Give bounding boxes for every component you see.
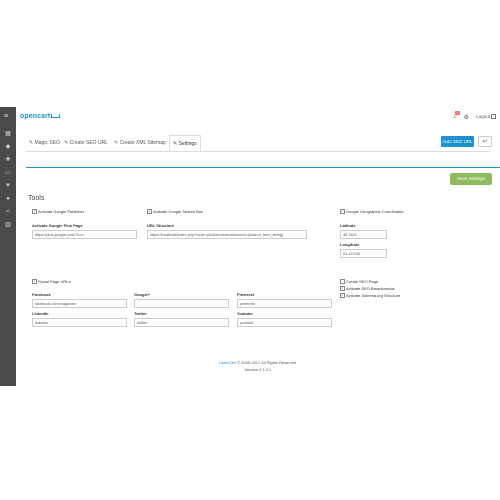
checkbox-label: Social Page URLs [38, 279, 71, 284]
menu-toggle-icon[interactable]: ≡ [4, 113, 12, 120]
youtube-input[interactable]: youtube [237, 318, 332, 327]
checkbox-icon [340, 279, 345, 285]
tab-label: Create XML Sitemap [119, 140, 166, 146]
section-divider [26, 167, 500, 168]
copyright-text: © 2009-2017 All Rights Reserved. [235, 360, 298, 365]
url-structure-input[interactable]: https://localhost/index.php?route=produc… [147, 230, 307, 239]
footer-copyright: OpenCart © 2009-2017 All Rights Reserved… [16, 360, 500, 365]
plus-page-label: Activate Google Plus Page [32, 223, 83, 228]
logout-link[interactable]: Logout [476, 114, 496, 120]
save-settings-button[interactable]: Save Settings [450, 173, 492, 185]
sidebar: ▦ ◆ ✚ ▭ ▼ ● < ▥ [0, 107, 16, 386]
checkbox-label: Create SEO Page [346, 279, 379, 284]
settings-icon[interactable]: ⚙ [464, 114, 469, 121]
checkbox-icon: ✓ [32, 209, 37, 215]
linkedin-label: LinkedIn [32, 311, 49, 316]
googleplus-input[interactable] [134, 299, 229, 308]
checkbox-label: Activate Google Publisher [38, 209, 85, 214]
youtube-label: Youtube [237, 311, 253, 316]
opencart-logo[interactable]: opencart [20, 113, 61, 120]
desktop-icon[interactable]: ▭ [4, 170, 12, 176]
back-button[interactable]: ↩ [478, 136, 492, 147]
auto-seo-url-button[interactable]: Auto SEO URL [441, 136, 474, 147]
checkbox-icon: ✓ [32, 279, 37, 285]
checkbox-label: Google Geographic Coordinates [346, 209, 404, 214]
logo-text: opencart [20, 113, 51, 120]
tab-create-xml-sitemap[interactable]: ✎ Create XML Sitemap [111, 135, 169, 151]
tab-settings[interactable]: ✎ Settings [169, 135, 201, 152]
latitude-input[interactable]: 46.7821 [340, 230, 387, 239]
checkbox-icon: ✓ [340, 209, 345, 215]
pinterest-input[interactable]: pinterest [237, 299, 332, 308]
logout-label: Logout [476, 114, 490, 119]
create-seo-page-checkbox[interactable]: Create SEO Page [340, 279, 378, 285]
linkedin-input[interactable]: linkedin [32, 318, 127, 327]
tab-create-seo-url[interactable]: ✎ Create SEO URL [61, 135, 111, 151]
googleplus-label: Google+ [134, 292, 151, 297]
checkbox-icon: ✓ [340, 293, 345, 299]
checkbox-label: Activate Schema.org Structure [346, 293, 401, 298]
latitude-label: Latitude [340, 223, 356, 228]
google-publisher-checkbox[interactable]: ✓ Activate Google Publisher [32, 209, 84, 215]
geo-coordinates-checkbox[interactable]: ✓ Google Geographic Coordinates [340, 209, 403, 215]
top-header: ≡ opencart ♫ 1 ⚙ Logout [4, 107, 500, 128]
url-structure-label: URL Structure [147, 223, 175, 228]
dashboard-icon[interactable]: ▦ [4, 131, 12, 137]
app-window: ▦ ◆ ✚ ▭ ▼ ● < ▥ ≡ opencart ♫ 1 ⚙ Logout … [0, 107, 500, 386]
tags-icon[interactable]: ◆ [4, 144, 12, 150]
facebook-label: Facebook [32, 292, 51, 297]
user-icon[interactable]: ● [4, 196, 12, 202]
share-icon[interactable]: < [4, 209, 12, 215]
tools-heading: Tools [28, 195, 45, 202]
twitter-label: Twitter [134, 311, 147, 316]
footer-version: Version 2.1.0.1 [244, 367, 272, 372]
tab-label: Magic SEO [34, 140, 60, 146]
schema-org-checkbox[interactable]: ✓ Activate Schema.org Structure [340, 293, 400, 299]
plus-page-input[interactable]: https://plus.google.com/?h=n [32, 230, 137, 239]
opencart-link[interactable]: OpenCart [219, 360, 236, 365]
checkbox-icon: ✓ [147, 209, 152, 215]
google-search-box-checkbox[interactable]: ✓ Activate Google Search Box [147, 209, 203, 215]
tab-label: Create SEO URL [69, 140, 108, 146]
social-page-urls-checkbox[interactable]: ✓ Social Page URLs [32, 279, 70, 285]
seo-breadcrumbs-checkbox[interactable]: ✓ Activate SEO Breadcrumbs [340, 286, 395, 292]
puzzle-icon[interactable]: ✚ [4, 157, 12, 163]
checkbox-label: Activate SEO Breadcrumbs [346, 286, 395, 291]
tab-divider [26, 151, 490, 152]
longitude-label: Longitude [340, 242, 360, 247]
pinterest-label: Pinterest [237, 292, 255, 297]
cart-icon[interactable]: ▼ [4, 183, 12, 189]
tab-magic-seo[interactable]: ✎ Magic SEO [26, 135, 63, 151]
twitter-input[interactable]: twitter [134, 318, 229, 327]
main-content: ✎ Magic SEO ✎ Create SEO URL ✎ Create XM… [16, 127, 500, 386]
notification-badge: 1 [455, 111, 460, 115]
checkbox-icon: ✓ [340, 286, 345, 292]
cart-logo-icon [51, 114, 61, 119]
tab-label: Settings [178, 141, 197, 147]
logout-icon [491, 114, 496, 120]
longitude-input[interactable]: 61.123.65 [340, 249, 387, 258]
checkbox-label: Activate Google Search Box [153, 209, 204, 214]
chart-icon[interactable]: ▥ [4, 222, 12, 228]
facebook-input[interactable]: facebook.com/magicseo [32, 299, 127, 308]
